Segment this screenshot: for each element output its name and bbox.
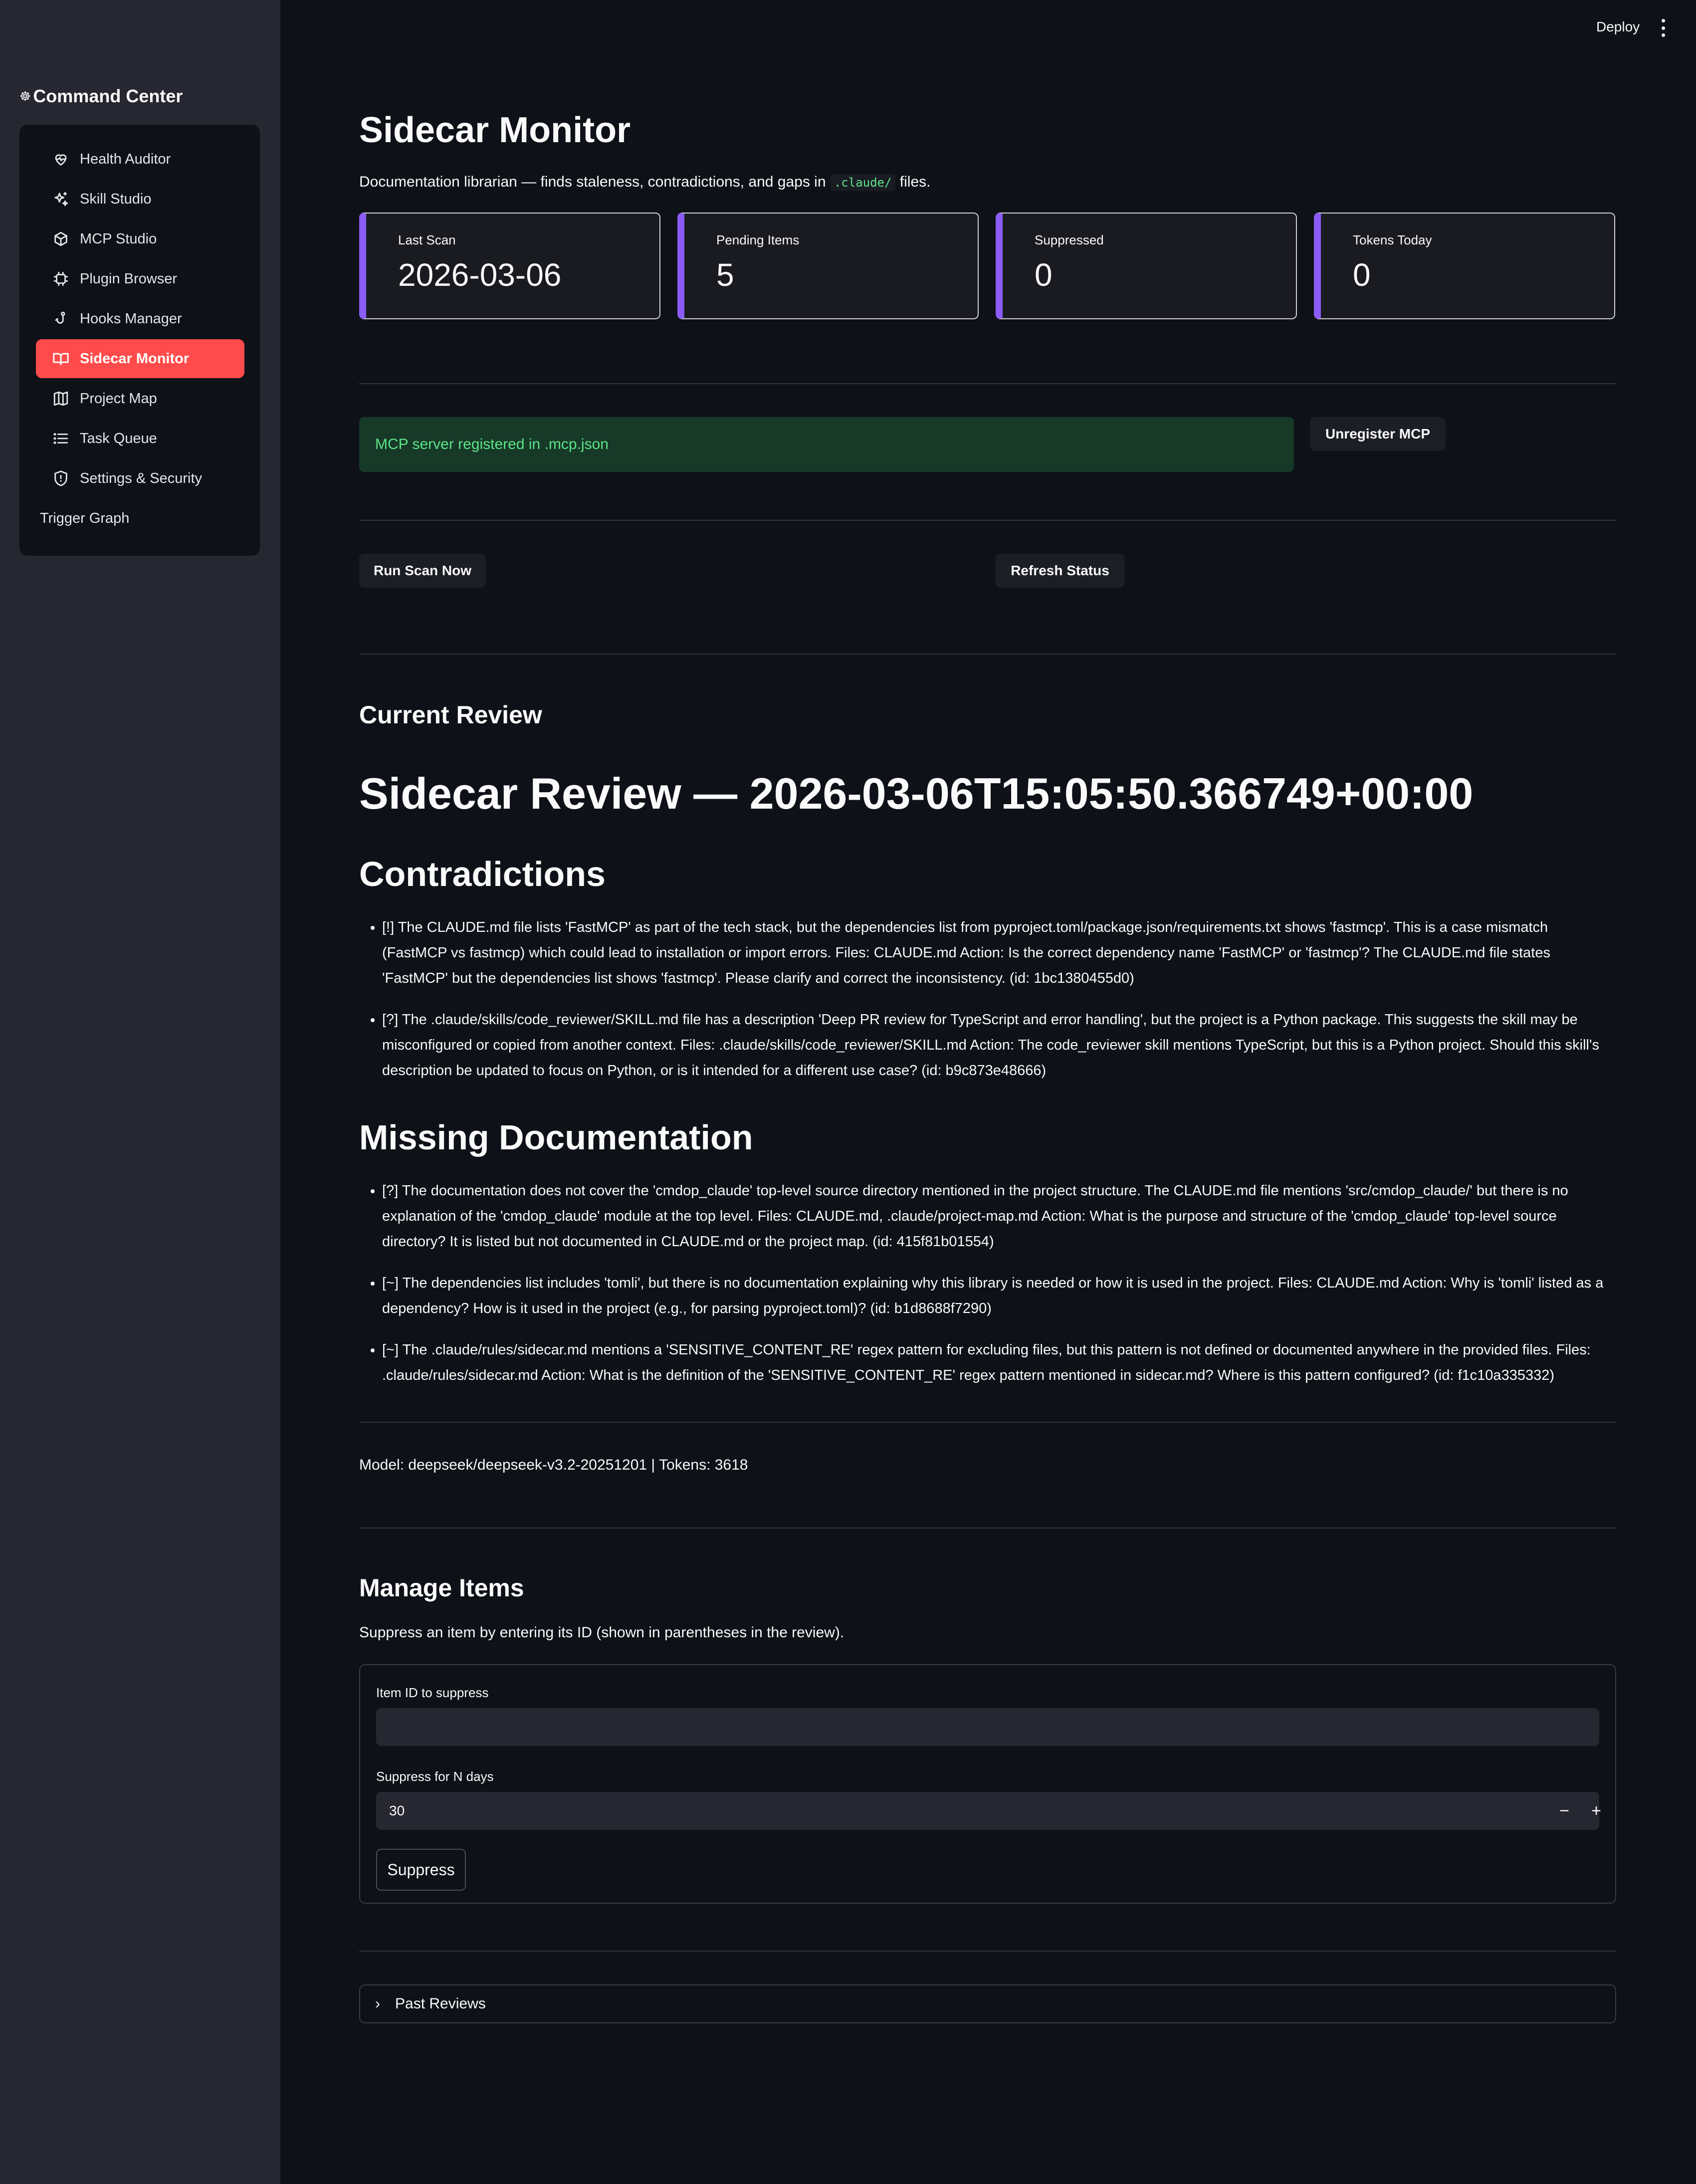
divider <box>359 1422 1616 1423</box>
heart-pulse-icon <box>50 151 72 168</box>
divider <box>359 1528 1616 1529</box>
sidebar-item-label: Health Auditor <box>80 151 171 167</box>
box-icon <box>50 230 72 247</box>
metric-value: 5 <box>716 257 734 293</box>
metric-label: Suppressed <box>1035 232 1104 247</box>
sidebar-item-label: Project Map <box>80 390 157 407</box>
refresh-status-button[interactable]: Refresh Status <box>996 554 1124 588</box>
list-icon <box>50 430 72 447</box>
days-label: Suppress for N days <box>376 1769 494 1784</box>
subtitle-text-end: files. <box>899 174 931 190</box>
suppress-form: Item ID to suppress Suppress for N days … <box>359 1664 1616 1904</box>
map-icon <box>50 390 72 407</box>
metric-label: Last Scan <box>398 232 456 247</box>
page-subtitle: Documentation librarian — finds stalenes… <box>359 174 930 191</box>
metric-value: 2026-03-06 <box>398 257 562 293</box>
metric-suppressed: Suppressed 0 <box>996 213 1297 319</box>
list-item: [?] The .claude/skills/code_reviewer/SKI… <box>382 1007 1616 1084</box>
metrics-row: Last Scan 2026-03-06 Pending Items 5 Sup… <box>359 213 1616 319</box>
list-item: [~] The .claude/rules/sidecar.md mention… <box>382 1337 1616 1388</box>
metric-label: Pending Items <box>716 232 800 247</box>
metric-last-scan: Last Scan 2026-03-06 <box>359 213 660 319</box>
steering-icon: ☸ <box>19 88 31 104</box>
item-id-input[interactable] <box>376 1708 1599 1746</box>
metric-value: 0 <box>1353 257 1371 293</box>
days-value: 30 <box>389 1803 405 1818</box>
divider <box>359 383 1616 384</box>
sidebar-item-hooks-manager[interactable]: Hooks Manager <box>36 299 244 338</box>
sidebar-item-label: MCP Studio <box>80 230 157 247</box>
brand-title: Command Center <box>33 86 183 106</box>
past-reviews-label: Past Reviews <box>395 1995 486 2012</box>
sidebar: ☸ Command Center Health Auditor Skill St… <box>0 0 280 2184</box>
metric-pending-items: Pending Items 5 <box>677 213 979 319</box>
manage-items-hint: Suppress an item by entering its ID (sho… <box>359 1624 845 1641</box>
suppress-button[interactable]: Suppress <box>376 1849 466 1891</box>
sidebar-item-sidecar-monitor[interactable]: Sidecar Monitor <box>36 339 244 378</box>
unregister-mcp-button[interactable]: Unregister MCP <box>1310 417 1446 451</box>
past-reviews-expander[interactable]: › Past Reviews <box>359 1984 1616 2023</box>
kebab-menu-icon[interactable] <box>1659 19 1667 37</box>
metric-tokens-today: Tokens Today 0 <box>1314 213 1615 319</box>
model-info: Model: deepseek/deepseek-v3.2-20251201 |… <box>359 1457 748 1473</box>
sidebar-item-project-map[interactable]: Project Map <box>36 379 244 418</box>
sidebar-item-plugin-browser[interactable]: Plugin Browser <box>36 259 244 298</box>
sidebar-item-label: Skill Studio <box>80 191 152 207</box>
current-review-title: Current Review <box>359 701 542 729</box>
run-scan-button[interactable]: Run Scan Now <box>359 554 486 588</box>
review-heading: Sidecar Review — 2026-03-06T15:05:50.366… <box>359 769 1474 818</box>
sidebar-item-label: Plugin Browser <box>80 270 178 287</box>
contradictions-list: [!] The CLAUDE.md file lists 'FastMCP' a… <box>359 915 1616 1099</box>
sidebar-item-task-queue[interactable]: Task Queue <box>36 419 244 458</box>
missing-docs-title: Missing Documentation <box>359 1118 753 1157</box>
sidebar-item-skill-studio[interactable]: Skill Studio <box>36 180 244 218</box>
list-item: [!] The CLAUDE.md file lists 'FastMCP' a… <box>382 915 1616 991</box>
sidebar-item-label: Sidecar Monitor <box>80 350 190 367</box>
mcp-status-alert: MCP server registered in .mcp.json <box>359 417 1294 472</box>
book-open-icon <box>50 350 72 367</box>
divider <box>359 520 1616 521</box>
sidebar-item-health-auditor[interactable]: Health Auditor <box>36 140 244 179</box>
sidebar-item-settings-security[interactable]: Settings & Security <box>36 459 244 498</box>
sidebar-nav: Health Auditor Skill Studio MCP Studio P… <box>19 125 260 556</box>
metric-label: Tokens Today <box>1353 232 1432 247</box>
chevron-right-icon: › <box>375 1995 380 2012</box>
missing-docs-list: [?] The documentation does not cover the… <box>359 1178 1616 1404</box>
subtitle-text: Documentation librarian — finds stalenes… <box>359 174 826 190</box>
sidebar-item-label: Hooks Manager <box>80 310 182 327</box>
sidebar-item-label: Settings & Security <box>80 470 202 486</box>
subtitle-code: .claude/ <box>830 174 896 191</box>
list-item: [~] The dependencies list includes 'toml… <box>382 1271 1616 1321</box>
sidebar-item-mcp-studio[interactable]: MCP Studio <box>36 219 244 258</box>
hook-icon <box>50 310 72 327</box>
shield-icon <box>50 470 72 487</box>
contradictions-title: Contradictions <box>359 855 606 893</box>
days-number-input[interactable]: 30 − + <box>376 1792 1601 1830</box>
sidebar-item-label: Trigger Graph <box>40 510 130 526</box>
list-item: [?] The documentation does not cover the… <box>382 1178 1616 1255</box>
metric-value: 0 <box>1035 257 1053 293</box>
sparkles-icon <box>50 191 72 208</box>
brand: ☸ Command Center <box>19 86 183 107</box>
divider <box>359 654 1616 655</box>
sidebar-item-label: Task Queue <box>80 430 157 446</box>
increment-button[interactable]: + <box>1581 1792 1611 1830</box>
sidebar-item-trigger-graph[interactable]: Trigger Graph <box>36 499 244 538</box>
page-title: Sidecar Monitor <box>359 110 631 150</box>
manage-items-title: Manage Items <box>359 1574 524 1602</box>
deploy-button[interactable]: Deploy <box>1596 19 1640 35</box>
divider <box>359 1951 1616 1952</box>
puzzle-icon <box>50 270 72 287</box>
decrement-button[interactable]: − <box>1549 1792 1579 1830</box>
item-id-label: Item ID to suppress <box>376 1685 489 1700</box>
